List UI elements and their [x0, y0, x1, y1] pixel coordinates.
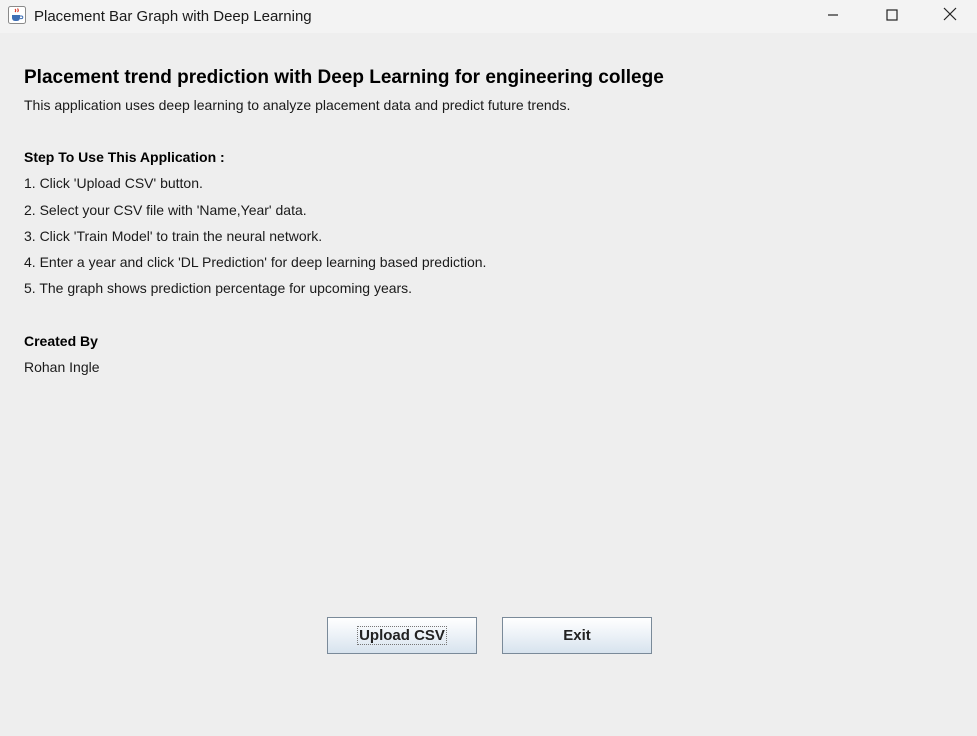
page-heading: Placement trend prediction with Deep Lea… — [24, 67, 664, 88]
steps-heading: Step To Use This Application : — [24, 149, 225, 165]
page-subtitle: This application uses deep learning to a… — [24, 97, 571, 113]
minimize-button[interactable] — [804, 0, 862, 33]
java-coffee-icon[interactable] — [8, 6, 26, 24]
created-by-heading: Created By — [24, 333, 98, 349]
step-item: 4. Enter a year and click 'DL Prediction… — [24, 254, 487, 270]
close-icon — [943, 7, 957, 26]
author-name: Rohan Ingle — [24, 359, 100, 375]
step-item: 5. The graph shows prediction percentage… — [24, 280, 413, 296]
maximize-icon — [886, 8, 898, 26]
step-item: 3. Click 'Train Model' to train the neur… — [24, 228, 323, 244]
minimize-icon — [827, 8, 839, 26]
upload-csv-button[interactable]: Upload CSV — [327, 617, 477, 654]
main-panel: Placement trend prediction with Deep Lea… — [0, 33, 977, 736]
maximize-button[interactable] — [863, 0, 921, 33]
step-item: 2. Select your CSV file with 'Name,Year'… — [24, 202, 307, 218]
app-window: Placement Bar Graph with Deep Learning P… — [0, 0, 977, 736]
window-title: Placement Bar Graph with Deep Learning — [34, 8, 312, 25]
exit-button[interactable]: Exit — [502, 617, 652, 654]
title-bar[interactable]: Placement Bar Graph with Deep Learning — [0, 0, 977, 33]
exit-label: Exit — [563, 627, 591, 644]
close-button[interactable] — [921, 0, 977, 33]
upload-csv-label: Upload CSV — [357, 626, 447, 645]
step-item: 1. Click 'Upload CSV' button. — [24, 175, 203, 191]
